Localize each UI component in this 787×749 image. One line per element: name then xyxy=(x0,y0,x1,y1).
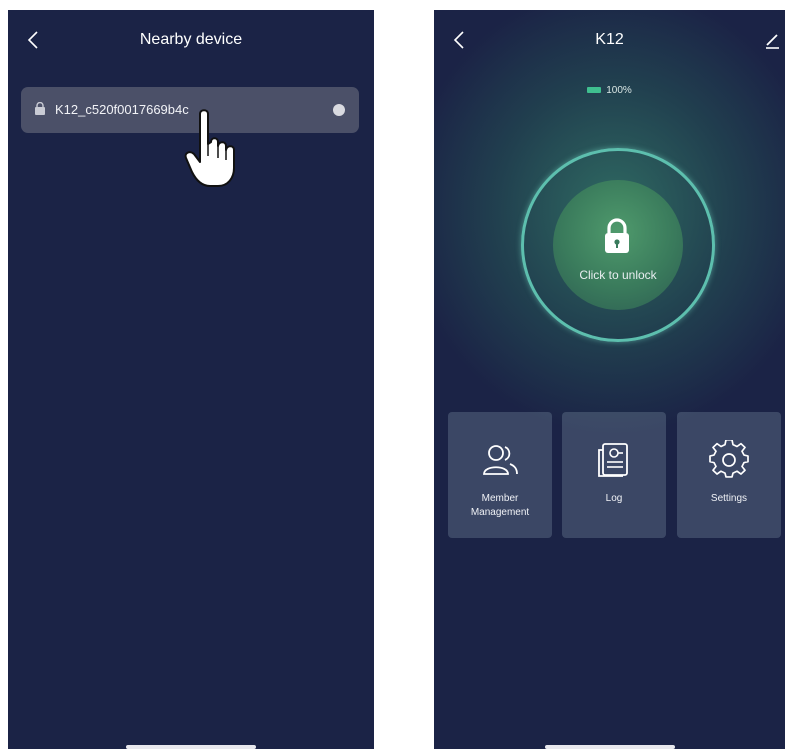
page-title: Nearby device xyxy=(139,31,243,48)
log-tile[interactable]: Log xyxy=(562,412,666,538)
home-indicator xyxy=(544,745,675,749)
member-management-tile[interactable]: Member Management xyxy=(448,412,552,538)
page-title: K12 xyxy=(595,31,624,48)
battery-percent: 100% xyxy=(606,85,632,96)
settings-tile[interactable]: Settings xyxy=(677,412,781,538)
status-dot xyxy=(333,104,345,116)
pointing-hand-icon xyxy=(184,109,235,187)
nearby-device-screen: Nearby device K12_c520f0017669b4c xyxy=(8,10,374,749)
device-control-screen: K12 100% Click to unlock Member Manageme… xyxy=(434,10,785,749)
gear-icon xyxy=(709,440,749,478)
battery-icon xyxy=(587,87,602,94)
header: Nearby device xyxy=(8,10,374,70)
home-indicator xyxy=(126,745,256,749)
tile-label: Member Management xyxy=(470,493,530,518)
battery-indicator: 100% xyxy=(434,85,785,96)
unlock-button[interactable]: Click to unlock xyxy=(521,148,715,342)
tile-label: Log xyxy=(605,493,623,504)
unlock-inner-circle: Click to unlock xyxy=(553,180,683,310)
member-icon xyxy=(483,445,518,475)
lock-device-icon xyxy=(35,102,45,115)
edit-icon[interactable] xyxy=(763,30,781,50)
header: K12 xyxy=(434,10,785,70)
tile-label: Settings xyxy=(710,493,748,504)
unlock-label: Click to unlock xyxy=(579,268,657,282)
log-icon xyxy=(598,443,628,477)
lock-icon xyxy=(605,218,629,253)
device-name: K12_c520f0017669b4c xyxy=(55,102,189,117)
